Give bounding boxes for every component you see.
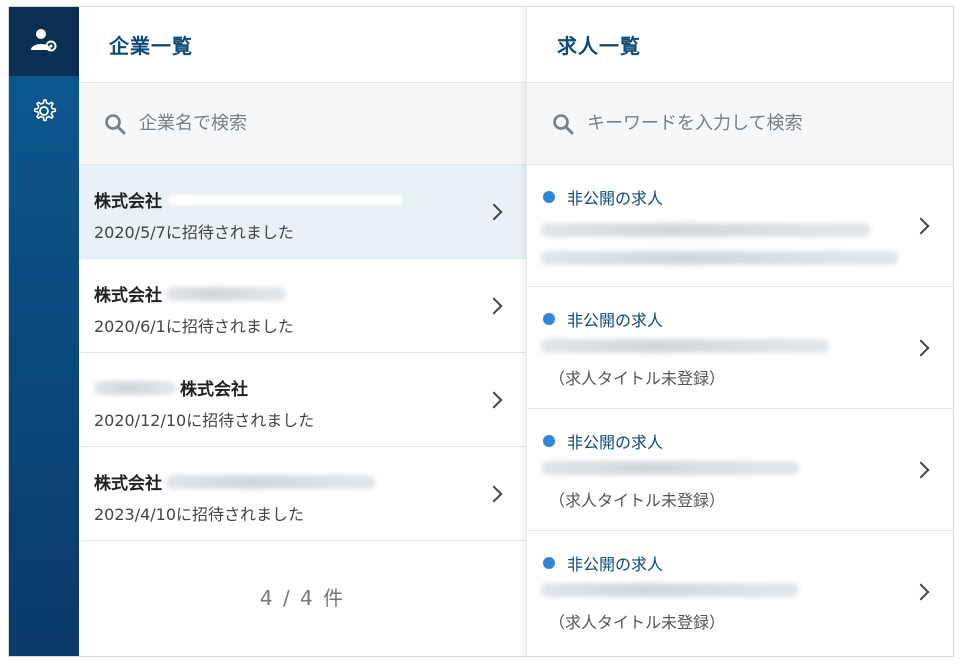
company-search-bar [79,83,526,165]
chevron-right-icon [912,217,930,235]
job-status-label: 非公開の求人 [567,311,664,330]
company-name: 株式会社 [94,286,162,306]
job-status: 非公開の求人 [543,429,663,453]
company-list-item[interactable]: 株式会社 2023/4/10に招待されました [79,447,526,541]
job-status-label: 非公開の求人 [567,433,664,452]
job-list-header: 求人一覧 [527,7,953,83]
company-name: 株式会社 [94,474,162,494]
company-name: 株式会社 [180,380,248,400]
job-untitled-label: （求人タイトル未登録） [549,369,726,388]
redacted-text [94,380,176,395]
company-invited-date: 2020/12/10に招待されました [94,411,315,430]
chevron-right-icon [912,583,930,601]
search-icon [103,112,127,136]
company-name: 株式会社 [94,192,162,212]
redacted-text [541,339,829,353]
search-icon [551,112,575,136]
chevron-right-icon [485,485,503,503]
chevron-right-icon [912,461,930,479]
job-status: 非公開の求人 [543,307,663,331]
job-list-item[interactable]: 非公開の求人 （求人タイトル未登録） [527,409,953,531]
nav-rail [9,7,79,656]
job-search-bar [527,83,953,165]
company-count: 4 / 4 件 [259,585,346,610]
job-list-item[interactable]: 非公開の求人 [527,165,953,287]
company-list-item[interactable]: 株式会社 2020/6/1に招待されました [79,259,526,353]
redacted-text [166,192,406,207]
job-status: 非公開の求人 [543,551,663,575]
status-dot-icon [543,435,555,447]
status-dot-icon [543,557,555,569]
company-count-footer: 4 / 4 件 [79,541,526,651]
app-frame: 企業一覧 株式会社 2020/5/7に招待されました 株式会社 [8,6,954,657]
company-invited-date: 2020/5/7に招待されました [94,223,294,242]
redacted-text [166,286,286,301]
status-dot-icon [543,313,555,325]
redacted-text [541,223,871,237]
chevron-right-icon [485,297,503,315]
nav-user-settings-button[interactable] [9,7,79,76]
job-status-label: 非公開の求人 [567,189,664,208]
company-invited-date: 2023/4/10に招待されました [94,505,305,524]
company-list-title: 企業一覧 [109,34,193,58]
company-list-header: 企業一覧 [79,7,526,83]
redacted-text [541,251,899,265]
job-status-label: 非公開の求人 [567,555,664,574]
company-list-item[interactable]: 株式会社 2020/12/10に招待されました [79,353,526,447]
job-search-input[interactable] [587,113,927,134]
chevron-right-icon [485,391,503,409]
user-settings-icon [30,27,58,57]
chevron-right-icon [912,339,930,357]
company-search-input[interactable] [139,113,479,134]
company-invited-date: 2020/6/1に招待されました [94,317,294,336]
job-list-item[interactable]: 非公開の求人 （求人タイトル未登録） [527,531,953,653]
job-status: 非公開の求人 [543,185,663,209]
job-untitled-label: （求人タイトル未登録） [549,613,726,632]
redacted-text [541,583,799,597]
job-list-item[interactable]: 非公開の求人 （求人タイトル未登録） [527,287,953,409]
job-list-title: 求人一覧 [557,34,641,58]
job-list-panel: 求人一覧 非公開の求人 非公開の求人 [526,7,953,656]
redacted-text [541,461,799,475]
redacted-text [166,474,376,489]
company-list-item[interactable]: 株式会社 2020/5/7に招待されました [79,165,526,259]
company-list-panel: 企業一覧 株式会社 2020/5/7に招待されました 株式会社 [79,7,526,656]
gear-icon [30,97,58,129]
status-dot-icon [543,191,555,203]
chevron-right-icon [485,203,503,221]
job-untitled-label: （求人タイトル未登録） [549,491,726,510]
nav-settings-button[interactable] [9,93,79,133]
